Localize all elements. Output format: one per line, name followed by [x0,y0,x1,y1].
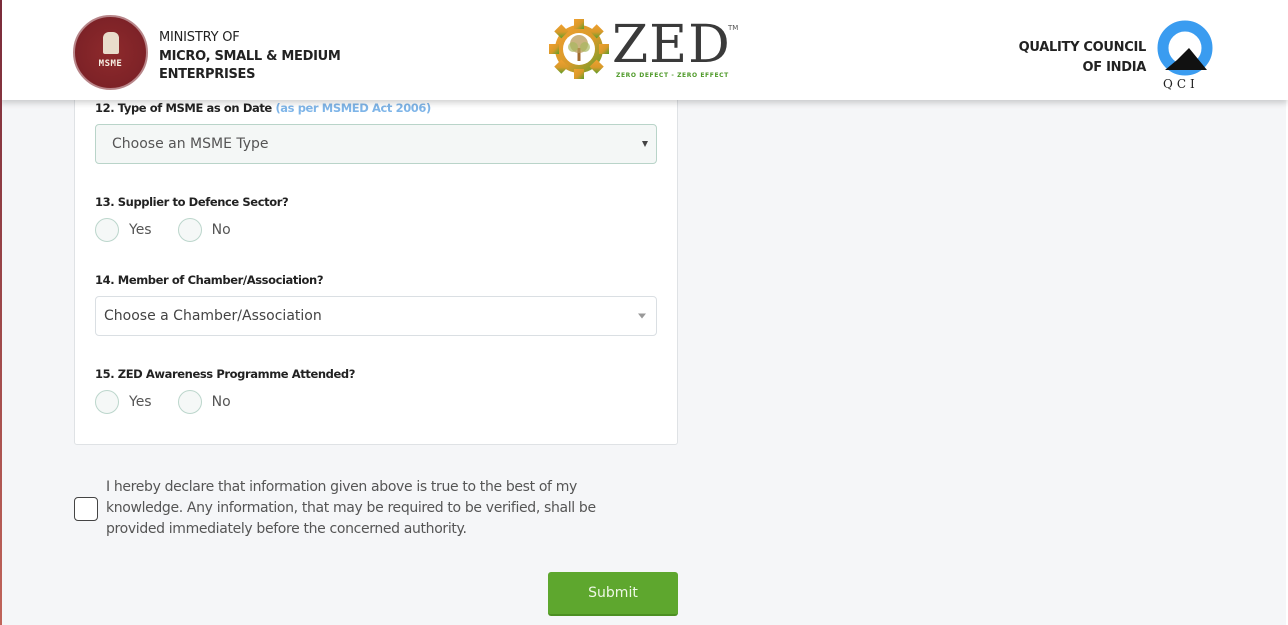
zed-logo: ZED TM ZERO DEFECT - ZERO EFFECT [548,15,743,84]
chevron-down-icon [638,313,646,319]
radio-button[interactable] [95,218,119,242]
ministry-name: MINISTRY OF MICRO, SMALL & MEDIUM ENTERP… [159,29,341,85]
radio-button[interactable] [177,218,202,242]
ministry-line-3: ENTERPRISES [159,67,256,82]
form-card [74,60,678,445]
site-header: MSME MINISTRY OF MICRO, SMALL & MEDIUM E… [0,0,1288,100]
q13-label: 13. Supplier to Defence Sector? [95,195,289,209]
zed-gear-tree-icon [549,19,609,79]
defence-supplier-radio-group: Yes No [95,218,257,242]
zed-awareness-yes[interactable]: Yes [95,390,152,414]
chamber-association-select[interactable]: Choose a Chamber/Association [95,296,657,336]
msme-logo-text: MSME [98,59,123,69]
declaration-text: I hereby declare that information given … [106,479,596,537]
radio-button[interactable] [95,390,119,414]
radio-label: Yes [129,394,152,410]
defence-supplier-yes[interactable]: Yes [95,218,152,242]
zed-awareness-radio-group: Yes No [95,390,257,414]
chamber-association-placeholder: Choose a Chamber/Association [104,308,322,324]
msme-type-select[interactable]: Choose an MSME Type [95,124,657,164]
q12-label-text: 12. Type of MSME as on Date [95,101,272,115]
qci-name: QUALITY COUNCIL OF INDIA [1018,38,1147,78]
declaration-checkbox[interactable] [74,497,98,521]
qci-letters: QCI [1163,77,1199,91]
msme-emblem-icon: MSME [73,15,148,90]
defence-supplier-no[interactable]: No [177,218,231,242]
qci-logo: QCI [1155,20,1217,94]
zed-wordmark: ZED [612,15,731,75]
radio-label: No [211,222,231,238]
zed-awareness-no[interactable]: No [177,390,231,414]
ministry-line-1: MINISTRY OF [159,30,240,45]
qci-line-1: QUALITY COUNCIL [1018,40,1147,55]
qci-line-2: OF INDIA [1082,60,1147,75]
msme-type-placeholder: Choose an MSME Type [112,136,269,152]
zed-trademark: TM [728,24,739,32]
q12-hint: (as per MSMED Act 2006) [275,101,431,115]
submit-button[interactable]: Submit [548,572,678,616]
q15-label: 15. ZED Awareness Programme Attended? [95,367,356,381]
ministry-line-2: MICRO, SMALL & MEDIUM [159,48,341,64]
zed-tagline: ZERO DEFECT - ZERO EFFECT [616,72,729,79]
radio-label: Yes [129,222,152,238]
ashoka-emblem-icon [102,32,119,54]
radio-button[interactable] [177,390,202,414]
chevron-down-icon [642,141,648,147]
left-window-edge [0,0,2,625]
q14-label: 14. Member of Chamber/Association? [95,273,324,287]
qci-q-icon [1157,20,1213,76]
q12-label: 12. Type of MSME as on Date (as per MSME… [95,101,431,115]
radio-label: No [211,394,231,410]
